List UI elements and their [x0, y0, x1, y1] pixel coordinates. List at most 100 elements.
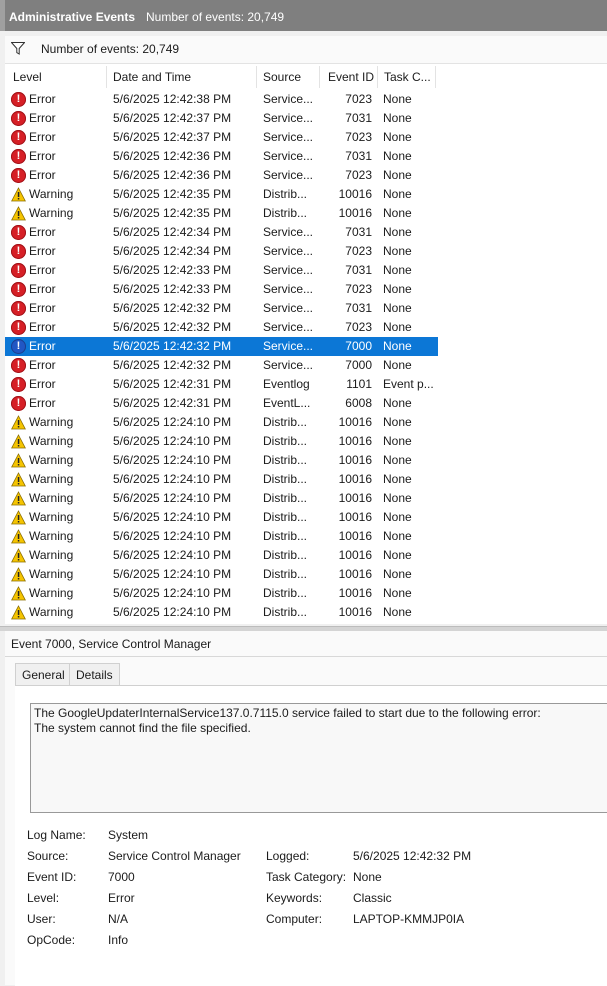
- table-row[interactable]: ! Error 5/6/2025 12:42:33 PM Service... 7023…: [5, 280, 438, 299]
- table-row[interactable]: ! Error 5/6/2025 12:42:33 PM Service... 7031…: [5, 261, 438, 280]
- table-row-selected[interactable]: ! Error 5/6/2025 12:42:32 PM Service... 7000…: [5, 337, 438, 356]
- cell-source: Service...: [263, 244, 314, 258]
- property-value[interactable]: Error: [108, 891, 135, 905]
- column-header-event-id[interactable]: Event ID: [320, 66, 378, 88]
- warning-icon: [11, 453, 26, 468]
- property-value[interactable]: Service Control Manager: [108, 849, 241, 863]
- table-row[interactable]: Warning 5/6/2025 12:42:35 PM Distrib... 100…: [5, 204, 438, 223]
- property-value[interactable]: 7000: [108, 870, 135, 884]
- warning-icon: [11, 415, 26, 430]
- filter-bar: Number of events: 20,749: [5, 36, 607, 64]
- cell-level: Error: [29, 244, 56, 258]
- table-row[interactable]: ! Error 5/6/2025 12:42:34 PM Service... 7031…: [5, 223, 438, 242]
- table-row[interactable]: Warning 5/6/2025 12:24:10 PM Distrib... 100…: [5, 451, 438, 470]
- table-row[interactable]: Warning 5/6/2025 12:24:10 PM Distrib... 100…: [5, 489, 438, 508]
- cell-date-time: 5/6/2025 12:42:38 PM: [113, 92, 232, 106]
- property-value[interactable]: System: [108, 828, 148, 842]
- property-label: Log Name:: [27, 828, 86, 842]
- cell-source: Service...: [263, 282, 314, 296]
- error-icon: !: [11, 358, 26, 373]
- pane-title: Administrative Events: [9, 10, 136, 24]
- table-row[interactable]: Warning 5/6/2025 12:24:10 PM Distrib... 100…: [5, 527, 438, 546]
- table-row[interactable]: ! Error 5/6/2025 12:42:37 PM Service... 7031…: [5, 109, 438, 128]
- cell-task-category: None: [383, 149, 412, 163]
- cell-task-category: None: [383, 187, 412, 201]
- cell-task-category: None: [383, 263, 412, 277]
- property-value[interactable]: 5/6/2025 12:42:32 PM: [353, 849, 471, 863]
- property-value[interactable]: Info: [108, 933, 128, 947]
- cell-level: Warning: [29, 567, 74, 581]
- cell-date-time: 5/6/2025 12:24:10 PM: [113, 491, 232, 505]
- cell-task-category: None: [383, 434, 412, 448]
- cell-level: Warning: [29, 510, 74, 524]
- table-row[interactable]: ! Error 5/6/2025 12:42:31 PM EventL... 6008 N…: [5, 394, 438, 413]
- table-row[interactable]: ! Error 5/6/2025 12:42:36 PM Service... 7023…: [5, 166, 438, 185]
- tab-general[interactable]: General: [15, 663, 72, 687]
- warning-icon: [11, 567, 26, 582]
- events-list[interactable]: Level Date and Time Source Event ID Task…: [5, 64, 607, 624]
- cell-level: Warning: [29, 415, 74, 429]
- table-row[interactable]: Warning 5/6/2025 12:24:10 PM Distrib... 100…: [5, 584, 438, 603]
- table-row[interactable]: ! Error 5/6/2025 12:42:32 PM Service... 7000…: [5, 356, 438, 375]
- table-row[interactable]: Warning 5/6/2025 12:24:10 PM Distrib... 100…: [5, 432, 438, 451]
- cell-task-category: None: [383, 510, 412, 524]
- cell-date-time: 5/6/2025 12:42:31 PM: [113, 377, 232, 391]
- cell-level: Error: [29, 111, 56, 125]
- table-row[interactable]: ! Error 5/6/2025 12:42:36 PM Service... 7031…: [5, 147, 438, 166]
- cell-task-category: None: [383, 472, 412, 486]
- cell-task-category: None: [383, 358, 412, 372]
- error-icon: !: [11, 130, 26, 145]
- cell-event-id: 7000: [345, 358, 372, 372]
- cell-level: Error: [29, 301, 56, 315]
- table-row[interactable]: Warning 5/6/2025 12:24:10 PM Distrib... 100…: [5, 413, 438, 432]
- cell-event-id: 7031: [345, 263, 372, 277]
- cell-level: Warning: [29, 529, 74, 543]
- column-header-level[interactable]: Level: [5, 66, 107, 88]
- property-value[interactable]: Classic: [353, 891, 392, 905]
- table-row[interactable]: Warning 5/6/2025 12:42:35 PM Distrib... 100…: [5, 185, 438, 204]
- cell-event-id: 7023: [345, 320, 372, 334]
- cell-task-category: None: [383, 396, 412, 410]
- column-header-date[interactable]: Date and Time: [107, 66, 257, 88]
- cell-task-category: None: [383, 301, 412, 315]
- table-row[interactable]: Warning 5/6/2025 12:24:10 PM Distrib... 100…: [5, 470, 438, 489]
- cell-date-time: 5/6/2025 12:24:10 PM: [113, 434, 232, 448]
- warning-icon: [11, 586, 26, 601]
- table-row[interactable]: Warning 5/6/2025 12:24:10 PM Distrib... 100…: [5, 508, 438, 527]
- cell-task-category: None: [383, 244, 412, 258]
- cell-source: Service...: [263, 149, 314, 163]
- property-label: Event ID:: [27, 870, 77, 884]
- cell-source: Distrib...: [263, 415, 308, 429]
- table-row[interactable]: ! Error 5/6/2025 12:42:32 PM Service... 7023…: [5, 318, 438, 337]
- warning-icon: [11, 491, 26, 506]
- property-value[interactable]: None: [353, 870, 382, 884]
- cell-date-time: 5/6/2025 12:42:34 PM: [113, 225, 232, 239]
- table-row[interactable]: Warning 5/6/2025 12:24:10 PM Distrib... 100…: [5, 603, 438, 622]
- detail-title: Event 7000, Service Control Manager: [11, 637, 212, 651]
- column-header-source[interactable]: Source: [257, 66, 320, 88]
- cell-event-id: 10016: [338, 415, 372, 429]
- property-value[interactable]: N/A: [108, 912, 128, 926]
- table-row[interactable]: Warning 5/6/2025 12:24:10 PM Distrib... 100…: [5, 546, 438, 565]
- cell-task-category: None: [383, 491, 412, 505]
- property-label: Logged:: [266, 849, 310, 863]
- table-row[interactable]: ! Error 5/6/2025 12:42:32 PM Service... 7031…: [5, 299, 438, 318]
- table-row[interactable]: ! Error 5/6/2025 12:42:37 PM Service... 7023…: [5, 128, 438, 147]
- cell-source: Distrib...: [263, 605, 308, 619]
- table-row[interactable]: ! Error 5/6/2025 12:42:34 PM Service... 7023…: [5, 242, 438, 261]
- column-header-task-category[interactable]: Task C...: [378, 66, 436, 88]
- table-row[interactable]: Warning 5/6/2025 12:24:10 PM Distrib... 100…: [5, 565, 438, 584]
- cell-task-category: None: [383, 529, 412, 543]
- cell-task-category: None: [383, 548, 412, 562]
- event-message-box[interactable]: The GoogleUpdaterInternalService137.0.71…: [30, 703, 607, 813]
- table-row[interactable]: ! Error 5/6/2025 12:42:31 PM Eventlog 1101 Ev…: [5, 375, 438, 394]
- tab-details[interactable]: Details: [69, 663, 120, 687]
- general-tab-body: The GoogleUpdaterInternalService137.0.71…: [15, 685, 607, 986]
- error-icon: !: [11, 320, 26, 335]
- filter-icon[interactable]: [11, 42, 25, 55]
- table-row[interactable]: ! Error 5/6/2025 12:42:38 PM Service... 7023…: [5, 90, 438, 109]
- property-value[interactable]: LAPTOP-KMMJP0IA: [353, 912, 464, 926]
- cell-date-time: 5/6/2025 12:24:10 PM: [113, 510, 232, 524]
- cell-level: Warning: [29, 605, 74, 619]
- cell-event-id: 7000: [345, 339, 372, 353]
